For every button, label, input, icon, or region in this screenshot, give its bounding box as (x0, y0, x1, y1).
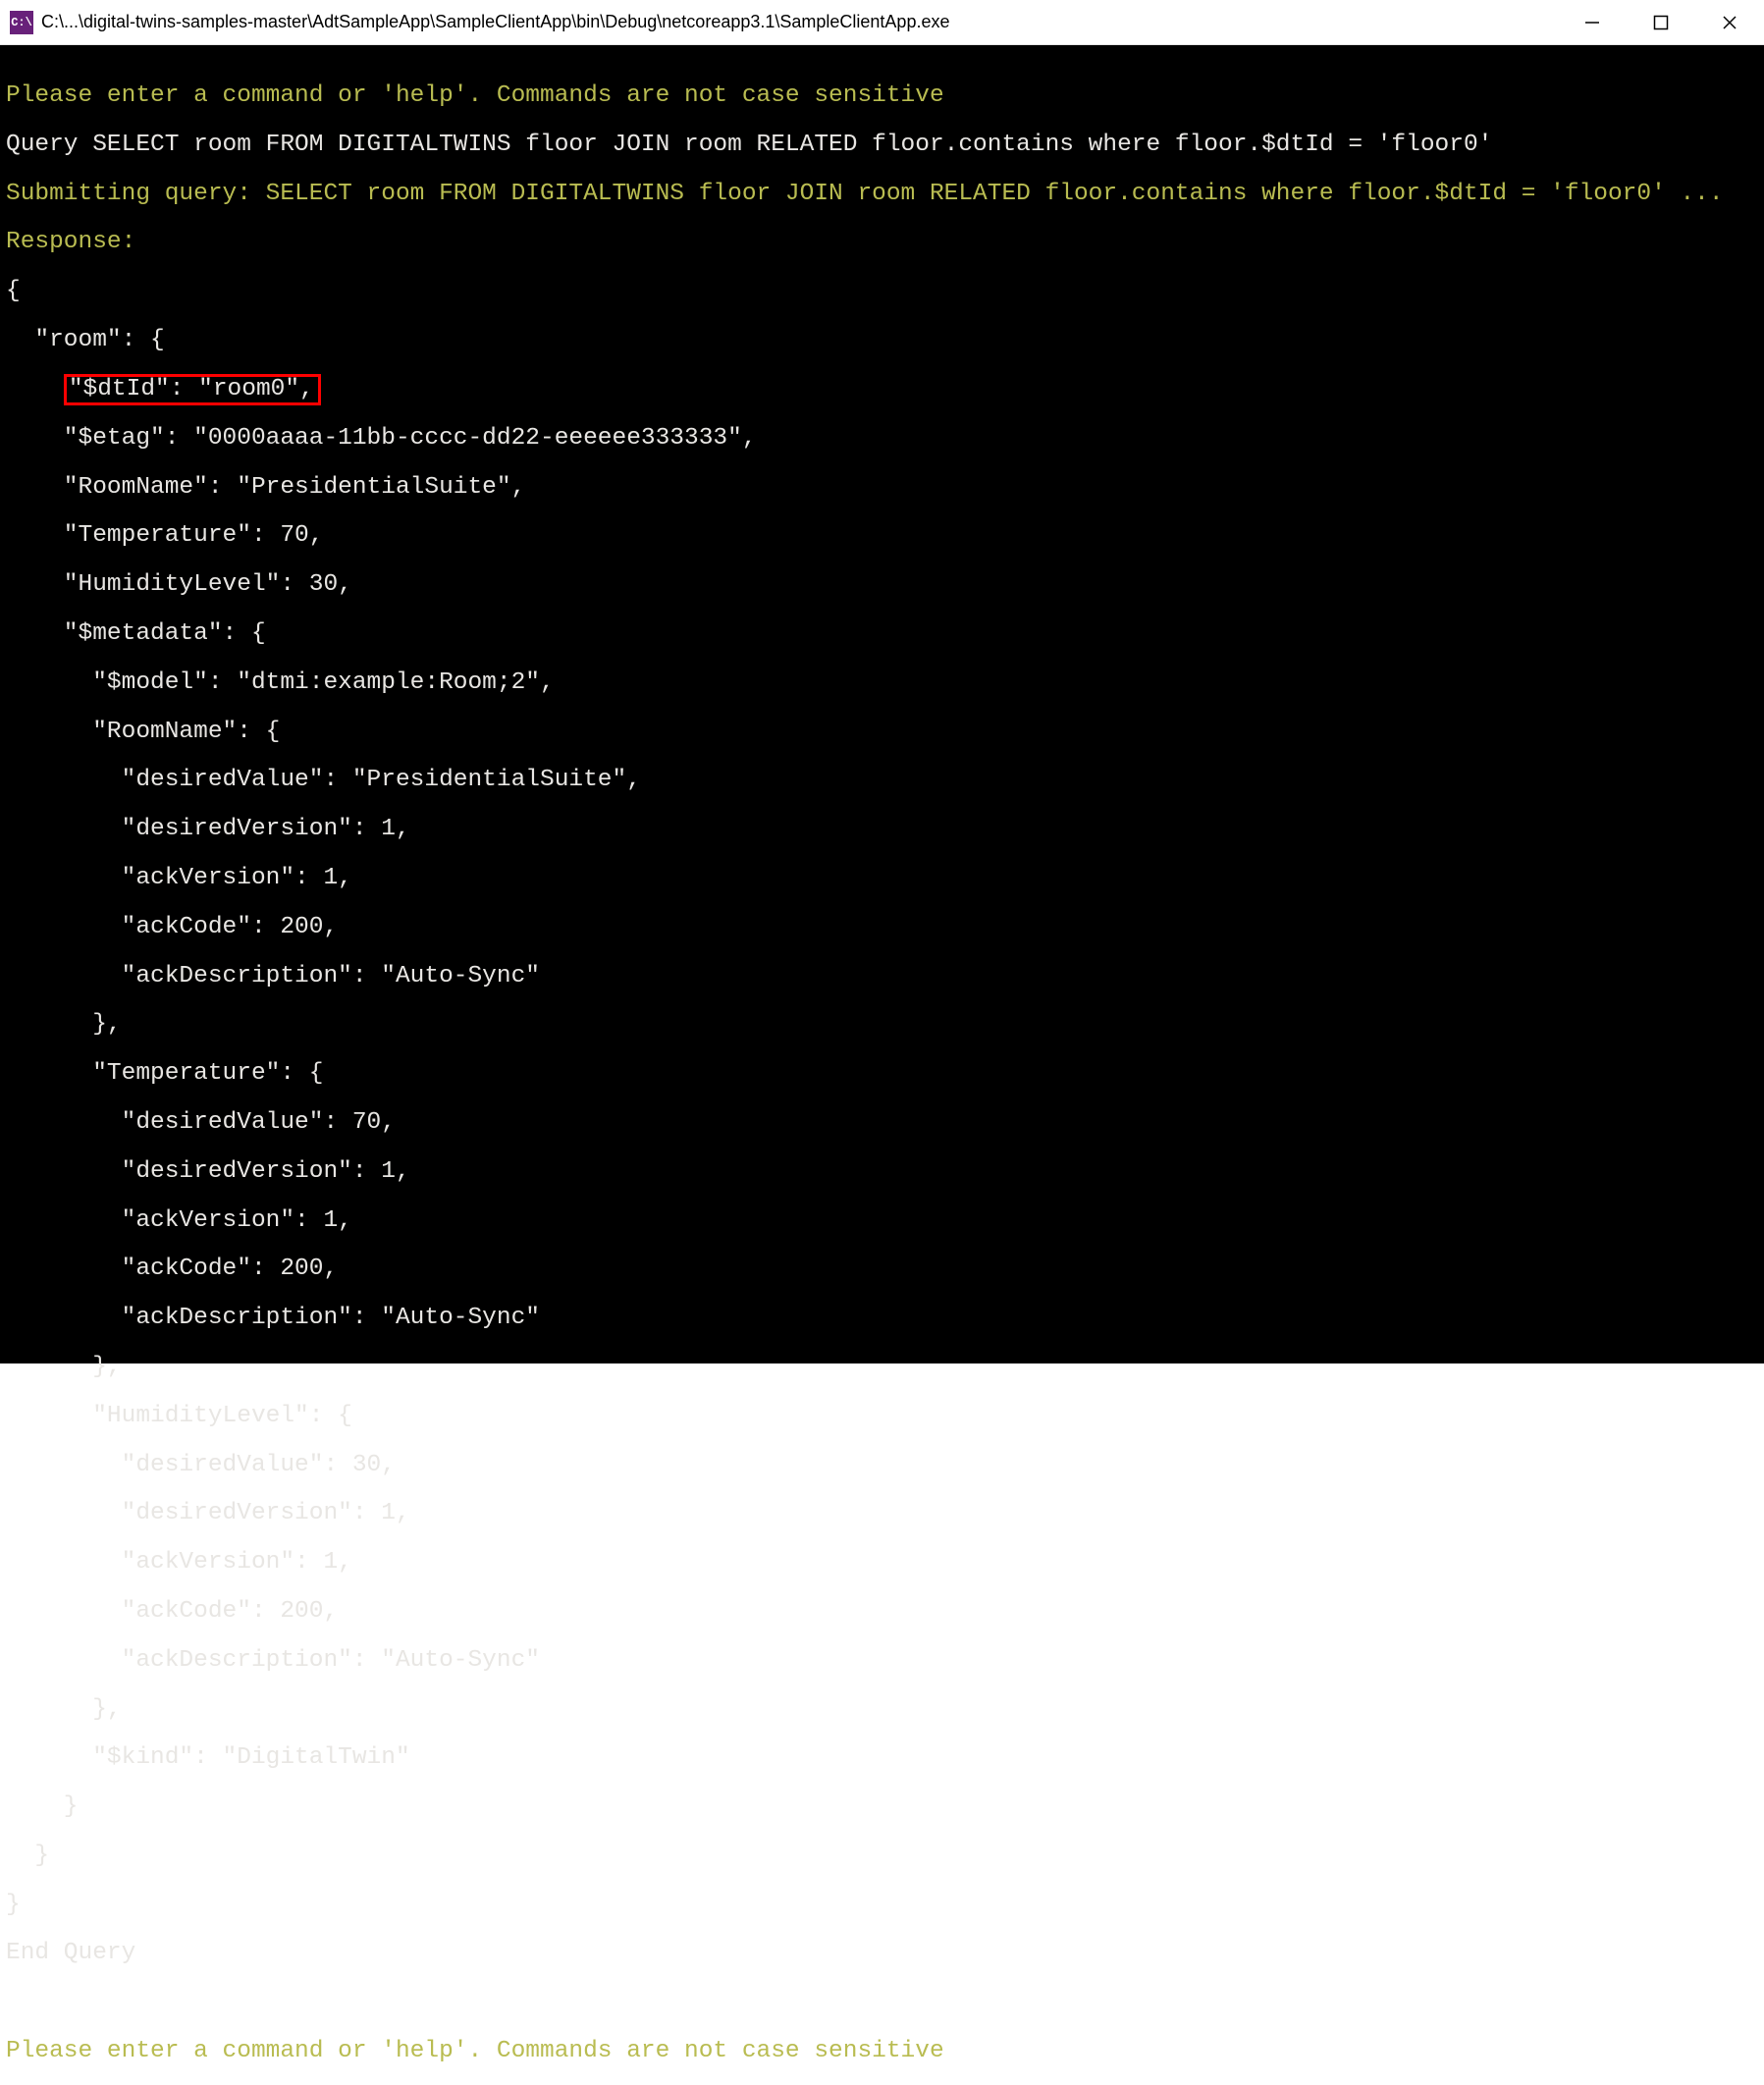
json-line: "room": { (0, 325, 1764, 356)
json-line: "ackCode": 200, (0, 912, 1764, 943)
end-query-line: End Query (0, 1938, 1764, 1969)
json-line: "$model": "dtmi:example:Room;2", (0, 668, 1764, 699)
json-line: }, (0, 1694, 1764, 1726)
json-line: { (0, 276, 1764, 307)
terminal-output[interactable]: Please enter a command or 'help'. Comman… (0, 45, 1764, 1363)
json-line: "desiredValue": 30, (0, 1450, 1764, 1481)
json-line: "ackVersion": 1, (0, 1547, 1764, 1578)
json-line: }, (0, 1352, 1764, 1383)
json-line: "desiredVersion": 1, (0, 1156, 1764, 1188)
maximize-button[interactable] (1627, 0, 1695, 44)
json-line: } (0, 1791, 1764, 1823)
json-line: "HumidityLevel": { (0, 1401, 1764, 1432)
json-line: "$etag": "0000aaaa-11bb-cccc-dd22-eeeeee… (0, 423, 1764, 454)
query-echo-line: Query SELECT room FROM DIGITALTWINS floo… (0, 130, 1764, 161)
json-line: "$kind": "DigitalTwin" (0, 1742, 1764, 1774)
app-icon: C:\ (10, 11, 33, 34)
submitting-line: Submitting query: SELECT room FROM DIGIT… (0, 179, 1764, 210)
json-line: "ackDescription": "Auto-Sync" (0, 1303, 1764, 1334)
json-line: "ackDescription": "Auto-Sync" (0, 961, 1764, 992)
window-controls (1558, 0, 1764, 44)
json-line: "RoomName": { (0, 717, 1764, 748)
prompt-help-line: Please enter a command or 'help'. Comman… (0, 80, 1764, 112)
window-title: C:\...\digital-twins-samples-master\AdtS… (41, 12, 1558, 32)
json-line: "RoomName": "PresidentialSuite", (0, 472, 1764, 504)
json-line: "desiredValue": "PresidentialSuite", (0, 765, 1764, 796)
json-line: "ackCode": 200, (0, 1254, 1764, 1285)
json-line: "HumidityLevel": 30, (0, 569, 1764, 601)
json-line: "ackVersion": 1, (0, 863, 1764, 894)
json-line: "desiredVersion": 1, (0, 814, 1764, 845)
json-line-highlight: "$dtId": "room0", (0, 374, 1764, 405)
json-line: "desiredValue": 70, (0, 1107, 1764, 1139)
json-line: "ackVersion": 1, (0, 1205, 1764, 1237)
json-line: }, (0, 1009, 1764, 1041)
response-label: Response: (0, 227, 1764, 258)
prompt-help-line: Please enter a command or 'help'. Comman… (0, 2036, 1764, 2067)
json-line: "ackDescription": "Auto-Sync" (0, 1645, 1764, 1677)
json-line: "$metadata": { (0, 618, 1764, 650)
close-button[interactable] (1695, 0, 1764, 44)
json-line: } (0, 1841, 1764, 1872)
json-line: "ackCode": 200, (0, 1596, 1764, 1628)
json-line: "Temperature": { (0, 1058, 1764, 1090)
minimize-button[interactable] (1558, 0, 1627, 44)
json-line: "Temperature": 70, (0, 520, 1764, 552)
window-titlebar: C:\ C:\...\digital-twins-samples-master\… (0, 0, 1764, 45)
blank-line (0, 1987, 1764, 2018)
json-line: } (0, 1890, 1764, 1921)
highlight-box: "$dtId": "room0", (64, 374, 321, 405)
json-line: "desiredVersion": 1, (0, 1498, 1764, 1529)
